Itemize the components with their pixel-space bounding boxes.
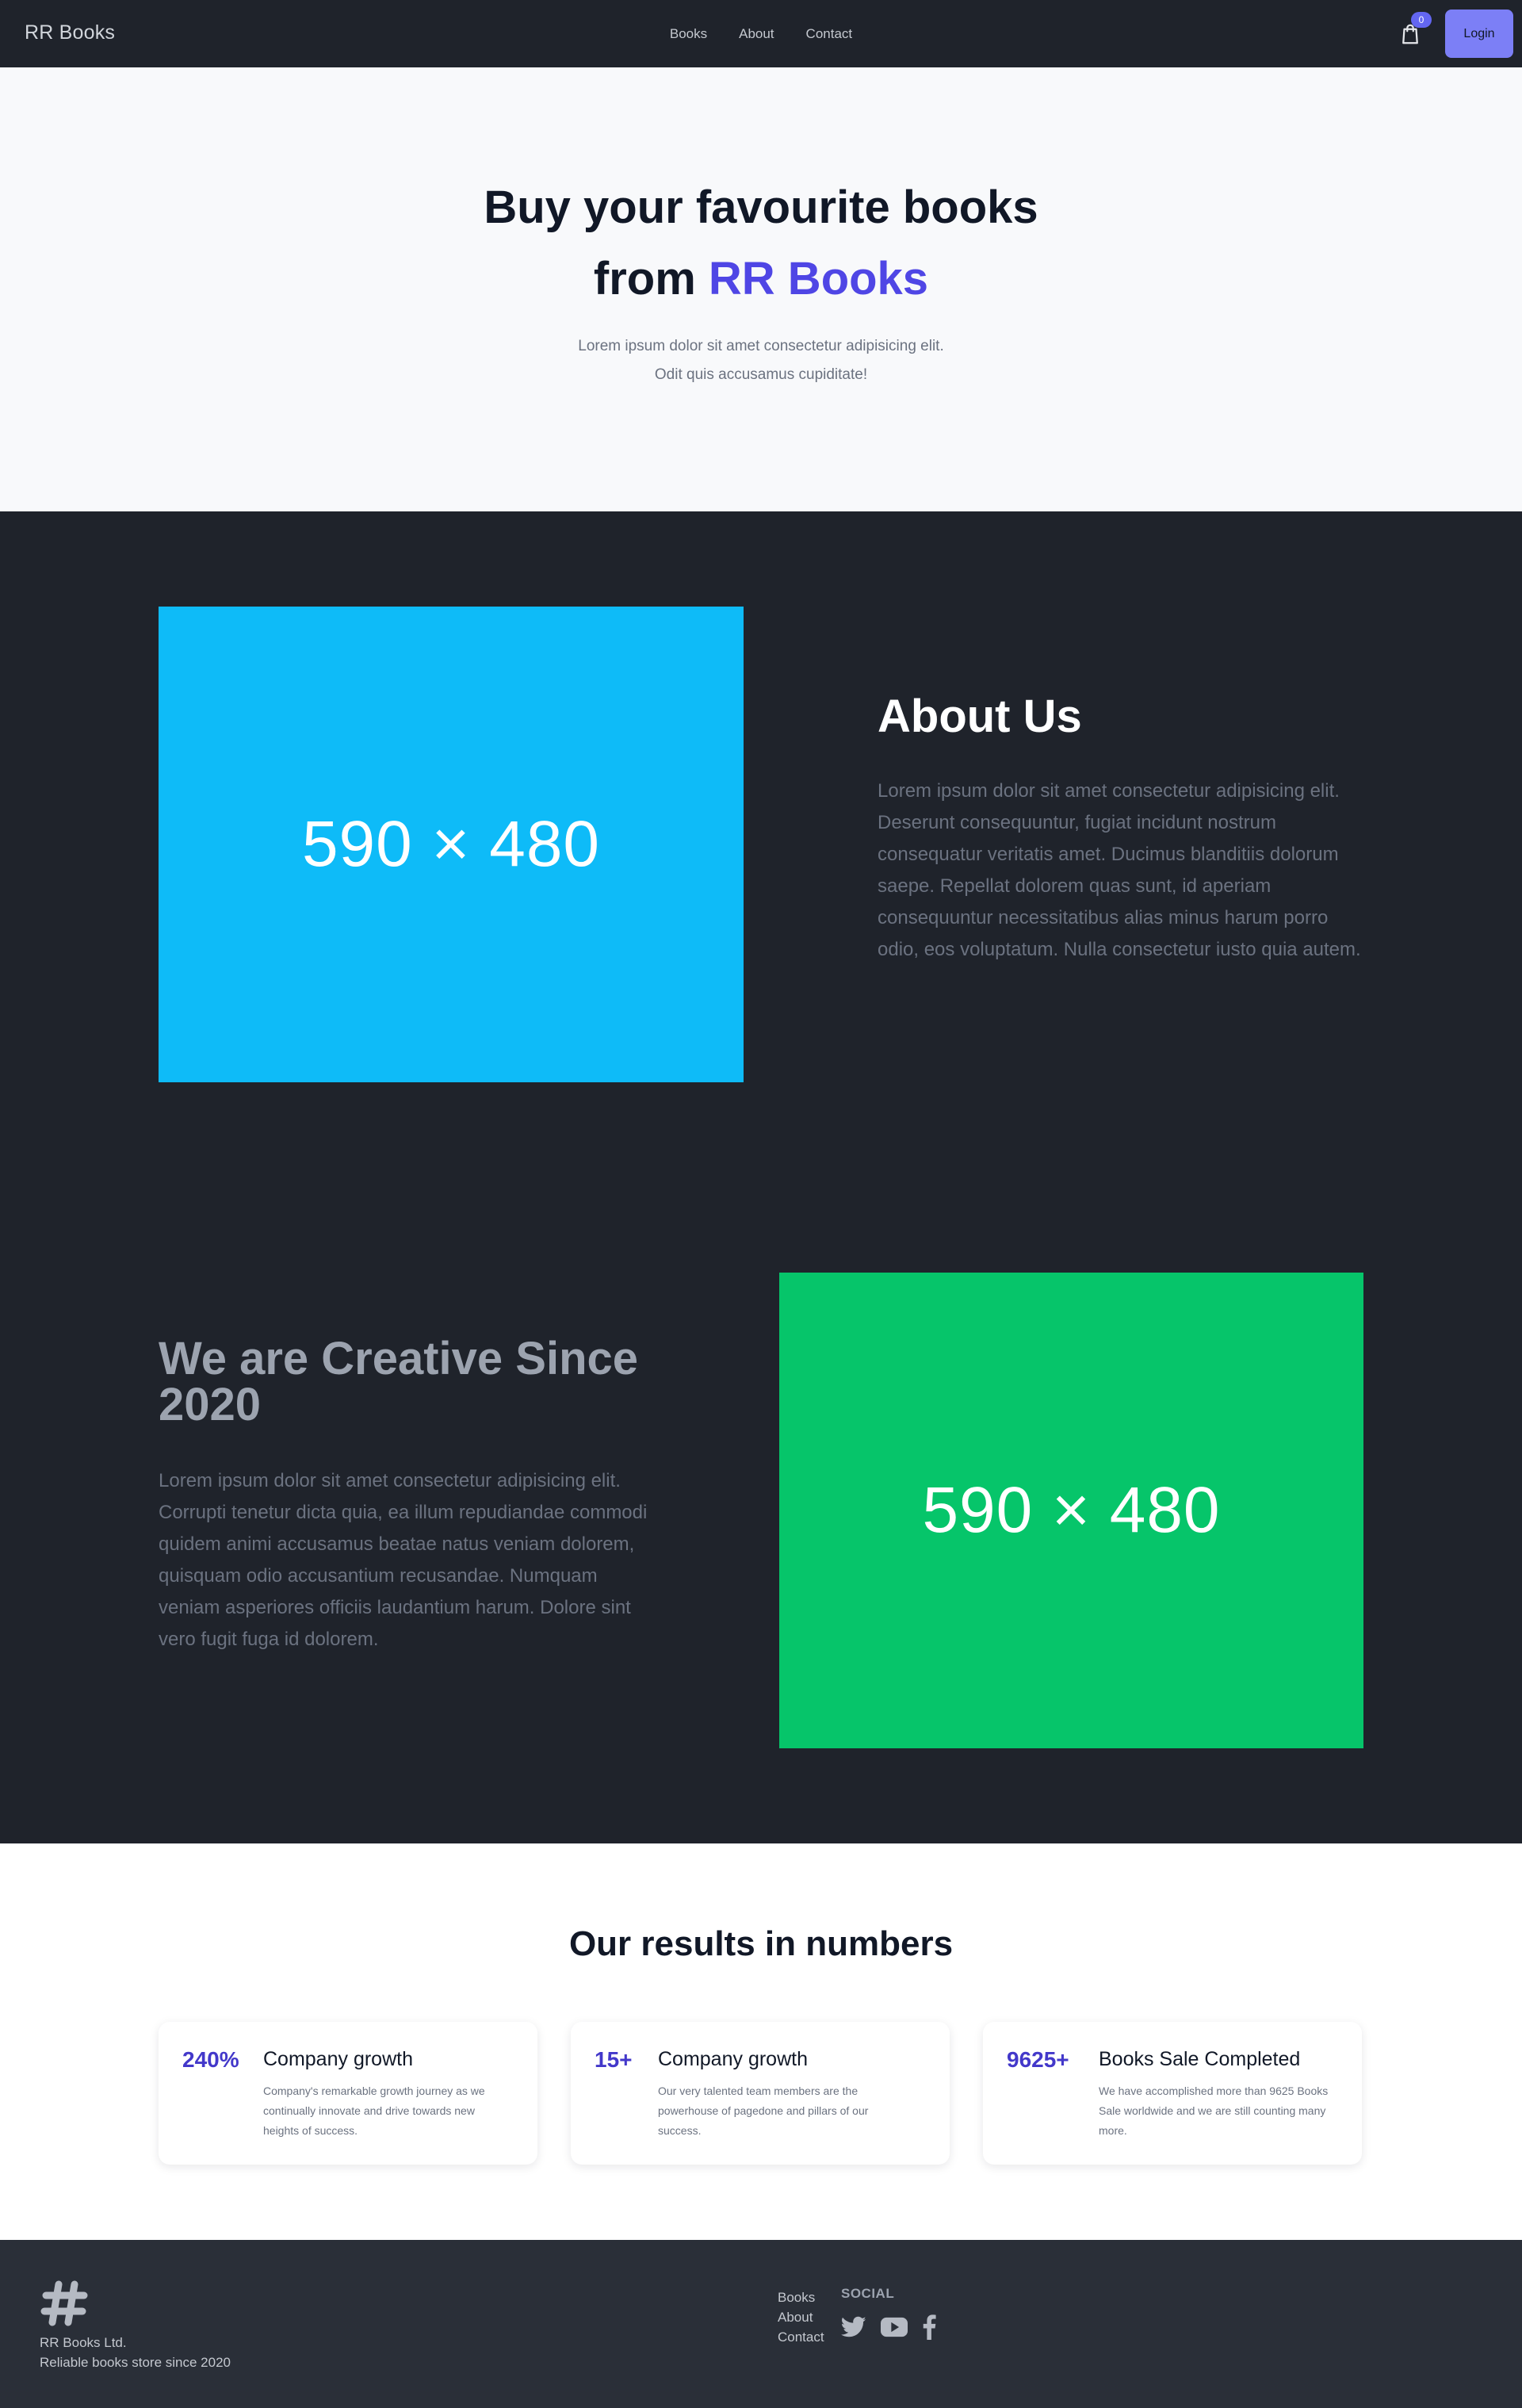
footer-link-books[interactable]: Books	[778, 2287, 824, 2307]
hero-title-prefix: from	[593, 253, 709, 304]
stat-heading: Books Sale Completed	[1099, 2048, 1301, 2070]
creative-image-placeholder: 590 × 480	[779, 1273, 1363, 1748]
hero-title: Buy your favourite books from RR Books	[0, 172, 1522, 315]
stat-card: 9625+ Books Sale Completed We have accom…	[983, 2022, 1362, 2165]
login-button[interactable]: Login	[1445, 10, 1513, 58]
hero-title-accent: RR Books	[708, 253, 929, 304]
stat-description: Company's remarkable growth journey as w…	[263, 2085, 485, 2137]
hero-subtitle: Lorem ipsum dolor sit amet consectetur a…	[578, 338, 944, 383]
stat-number: 9625+	[1007, 2047, 1069, 2072]
hero-section: Buy your favourite books from RR Books L…	[0, 67, 1522, 511]
social-icons	[841, 2314, 936, 2340]
about-image-placeholder: 590 × 480	[159, 607, 744, 1082]
facebook-icon[interactable]	[922, 2314, 936, 2340]
nav-link-books[interactable]: Books	[670, 26, 707, 42]
navbar: RR Books Books About Contact 0 Login	[0, 0, 1522, 67]
stat-description: We have accomplished more than 9625 Book…	[1099, 2085, 1329, 2137]
stat-card: 240% Company growth Company's remarkable…	[159, 2022, 537, 2165]
nav-link-about[interactable]: About	[739, 26, 774, 42]
footer-tagline: Reliable books store since 2020	[40, 2355, 231, 2370]
nav-link-contact[interactable]: Contact	[806, 26, 853, 42]
cart-count-badge: 0	[1411, 12, 1432, 28]
stat-number: 15+	[595, 2047, 633, 2072]
footer-company-name: RR Books Ltd.	[40, 2335, 127, 2350]
footer-link-contact[interactable]: Contact	[778, 2327, 824, 2347]
hero-title-line1: Buy your favourite books	[484, 182, 1038, 233]
youtube-icon[interactable]	[881, 2317, 908, 2337]
stat-heading: Company growth	[658, 2048, 808, 2070]
stat-card: 15+ Company growth Our very talented tea…	[571, 2022, 950, 2165]
features-section: 590 × 480 About Us Lorem ipsum dolor sit…	[0, 511, 1522, 1843]
creative-title: We are Creative Since 2020	[159, 1333, 639, 1430]
about-title: About Us	[878, 691, 1082, 742]
creative-text: Lorem ipsum dolor sit amet consectetur a…	[159, 1470, 648, 1650]
about-text: Lorem ipsum dolor sit amet consectetur a…	[878, 780, 1361, 960]
footer-link-about[interactable]: About	[778, 2307, 824, 2327]
stat-number: 240%	[182, 2047, 239, 2072]
stat-description: Our very talented team members are the p…	[658, 2085, 869, 2137]
twitter-icon[interactable]	[841, 2316, 866, 2338]
stat-heading: Company growth	[263, 2048, 413, 2070]
hashtag-logo-icon	[40, 2280, 88, 2326]
results-title: Our results in numbers	[568, 1924, 954, 1963]
main-nav: Books About Contact	[0, 26, 1522, 42]
footer: RR Books Ltd. Reliable books store since…	[0, 2240, 1522, 2408]
social-title: SOCIAL	[841, 2286, 895, 2301]
footer-nav: Books About Contact	[778, 2287, 824, 2347]
results-section: Our results in numbers 240% Company grow…	[0, 1843, 1522, 2240]
